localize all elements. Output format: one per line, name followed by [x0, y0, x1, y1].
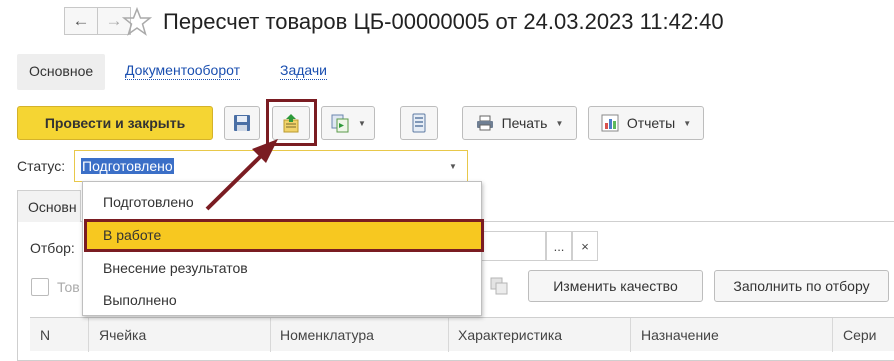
annotation-arrow — [205, 139, 278, 211]
